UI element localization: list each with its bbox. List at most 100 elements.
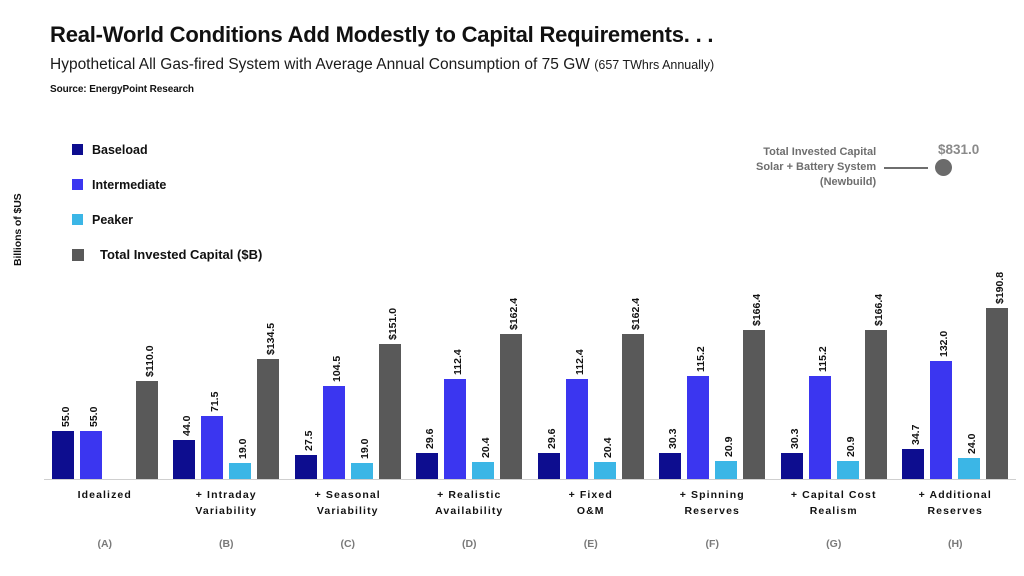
- bar-column: 104.5: [322, 300, 345, 480]
- bar[interactable]: [537, 453, 560, 480]
- bar-column: 71.5: [201, 300, 224, 480]
- bar[interactable]: [322, 385, 345, 480]
- x-axis-category-label: + Realistic Availability: [409, 487, 531, 519]
- bar-column: 19.0: [350, 300, 373, 480]
- bar-column: 34.7: [902, 300, 925, 480]
- x-axis-category-labels: Idealized + Intraday Variability + Seasonal…: [44, 487, 1016, 519]
- bar[interactable]: [864, 330, 887, 480]
- x-axis-category-key: (G): [826, 538, 842, 550]
- x-axis-category-label-line: + Capital Cost: [790, 489, 877, 501]
- reference-annotation-line3: (Newbuild): [819, 176, 877, 188]
- bar[interactable]: [743, 330, 766, 480]
- bar[interactable]: [416, 453, 439, 480]
- bar[interactable]: [350, 462, 373, 480]
- bar[interactable]: [808, 376, 831, 480]
- bar[interactable]: [780, 452, 803, 480]
- x-axis-category-label-line: Reserves: [927, 505, 983, 517]
- bar-column: 29.6: [537, 300, 560, 480]
- bar-value-label: $134.5: [265, 322, 278, 355]
- reference-annotation-text: Total Invested Capital Solar + Battery S…: [756, 145, 876, 190]
- bar[interactable]: [930, 361, 953, 480]
- legend-item-label: Baseload: [92, 142, 148, 157]
- x-axis-category-key: (E): [583, 538, 598, 550]
- bar[interactable]: [902, 448, 925, 480]
- bar[interactable]: [836, 461, 859, 480]
- bar-column: 19.0: [229, 300, 252, 480]
- bar[interactable]: [565, 378, 588, 480]
- bar[interactable]: [715, 461, 738, 480]
- bar[interactable]: [378, 344, 401, 480]
- x-axis-category-label-line: Idealized: [77, 489, 132, 501]
- bar[interactable]: [659, 452, 682, 480]
- bar-group: 44.0 71.5 19.0 $134.5: [166, 300, 288, 480]
- x-axis-category-keys: (A) (B) (C) (D) (E) (F) (G) (H): [44, 538, 1016, 550]
- reference-marker-dot: [935, 159, 953, 176]
- bar[interactable]: [229, 462, 252, 480]
- bar-column: 20.9: [715, 300, 738, 480]
- x-axis-category-label: Idealized: [44, 487, 166, 519]
- legend-item-total-invested-capital-b[interactable]: Total Invested Capital ($B): [72, 237, 262, 272]
- legend-item-baseload[interactable]: Baseload: [72, 132, 262, 167]
- bar-column: 24.0: [958, 300, 981, 480]
- bar-value-label: $110.0: [143, 345, 156, 377]
- legend-item-intermediate[interactable]: Intermediate: [72, 167, 262, 202]
- x-axis-category-label: + Intraday Variability: [166, 487, 288, 519]
- bar[interactable]: [444, 378, 467, 480]
- bar-value-label: 29.6: [424, 428, 437, 450]
- bar[interactable]: [173, 440, 196, 480]
- x-axis-category-label-line: + Seasonal: [314, 489, 381, 501]
- bar-value-label: 71.5: [209, 391, 222, 412]
- bar[interactable]: [472, 461, 495, 480]
- bar[interactable]: [593, 461, 616, 480]
- x-axis-category-label-line: + Spinning: [679, 489, 745, 501]
- bar-column: [108, 300, 130, 480]
- bar[interactable]: [294, 455, 317, 480]
- x-axis-category-label: + Additional Reserves: [895, 487, 1017, 519]
- x-axis-category-label: + Fixed O&M: [530, 487, 652, 519]
- bar[interactable]: [79, 430, 102, 480]
- bar[interactable]: [986, 308, 1009, 480]
- reference-annotation-line2: Solar + Battery System: [756, 161, 877, 173]
- bar-column: 112.4: [565, 300, 588, 480]
- bar[interactable]: [958, 458, 981, 480]
- x-axis-baseline: [44, 479, 1016, 480]
- bar[interactable]: [621, 333, 644, 480]
- bar-group-bars: 29.6 112.4 20.4 $162.4: [530, 298, 652, 480]
- x-axis-category-key: (F): [705, 538, 719, 550]
- reference-annotation-line1: Total Invested Capital: [763, 146, 877, 158]
- bar-group: 55.0 55.0 $110.0: [44, 300, 166, 480]
- bar-value-label: 55.0: [59, 406, 72, 427]
- legend-item-label: Total Invested Capital ($B): [100, 247, 263, 262]
- bar-column: $166.4: [864, 294, 887, 480]
- bar-value-label: 20.4: [601, 437, 614, 458]
- bar[interactable]: [687, 376, 710, 480]
- bar-group-bars: 27.5 104.5 19.0 $151.0: [287, 300, 409, 480]
- bar-value-label: $166.4: [872, 294, 885, 327]
- bar[interactable]: [257, 358, 280, 480]
- bar-value-label: 19.0: [358, 438, 371, 459]
- bar-value-label: 112.4: [452, 349, 465, 375]
- bar[interactable]: [51, 430, 74, 480]
- bar-value-label: 20.9: [723, 436, 736, 458]
- x-axis-category-label-line: Availability: [435, 505, 504, 517]
- bar[interactable]: [135, 381, 158, 480]
- bar-group: 34.7 132.0 24.0 $190.8: [895, 272, 1017, 480]
- reference-connector-line: [884, 166, 929, 169]
- legend-item-peaker[interactable]: Peaker: [72, 202, 262, 237]
- bar-column: 20.9: [836, 300, 859, 480]
- bar-column: $134.5: [257, 300, 280, 480]
- bar-column: 115.2: [808, 300, 831, 480]
- x-axis-category-label: + Capital Cost Realism: [773, 487, 895, 519]
- legend-swatch-icon: [72, 248, 84, 261]
- x-axis-category-label: + Spinning Reserves: [652, 487, 774, 519]
- bar-column: 44.0: [173, 300, 196, 480]
- bar-group-bars: 34.7 132.0 24.0 $190.8: [895, 272, 1017, 480]
- bar-value-label: $162.4: [508, 297, 521, 330]
- bar-group-bars: 55.0 55.0 $110.0: [44, 300, 166, 480]
- bar-column: $162.4: [621, 298, 644, 480]
- bar[interactable]: [201, 415, 224, 480]
- bar[interactable]: [500, 333, 523, 480]
- bar-value-label: 115.2: [816, 346, 829, 373]
- legend-swatch-icon: [72, 214, 83, 225]
- bar-group-bars: 30.3 115.2 20.9 $166.4: [773, 294, 895, 480]
